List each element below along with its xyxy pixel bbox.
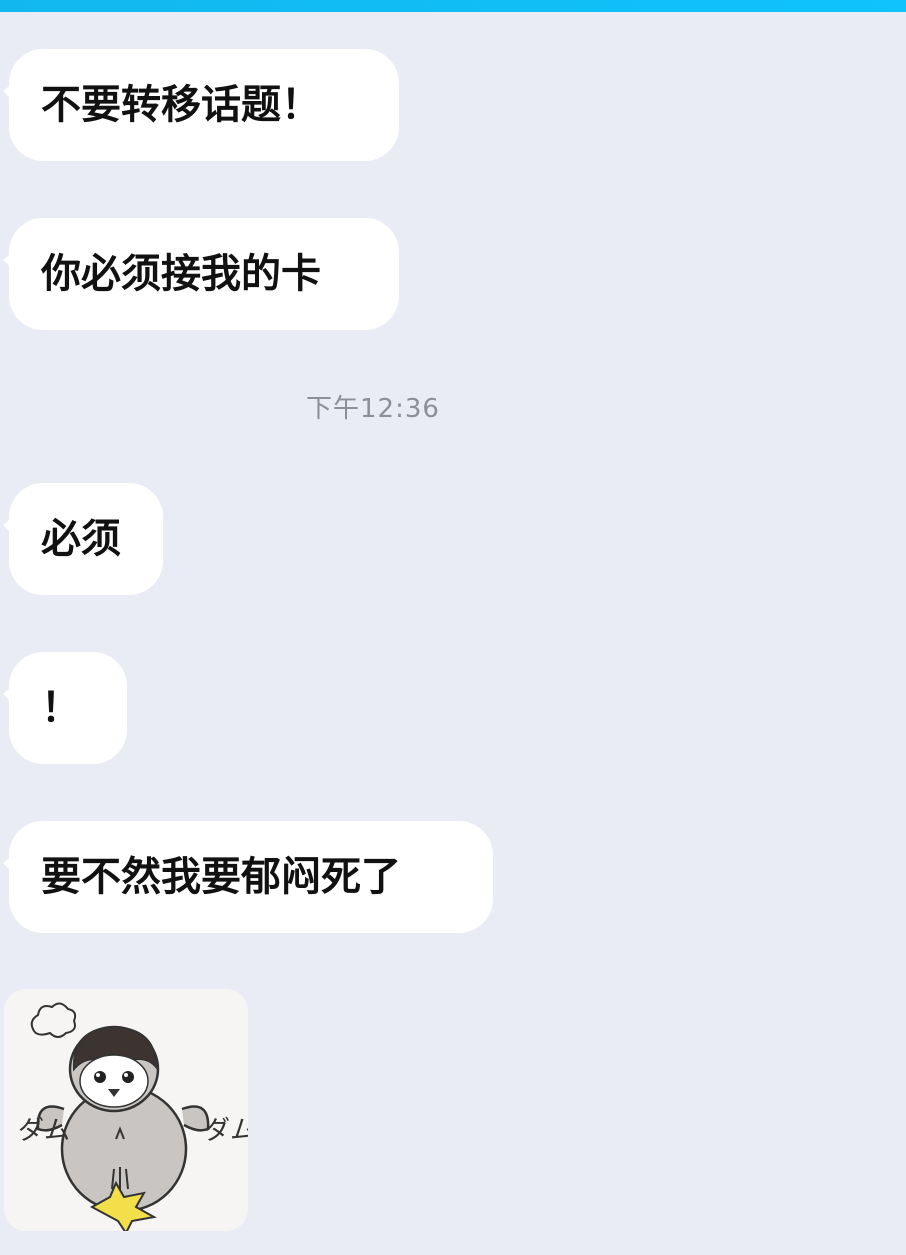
message-text: 要不然我要郁闷死了 <box>41 854 401 900</box>
chat-message-list[interactable]: 不要转移话题！ 你必须接我的卡 下午12:36 必须 ！ 要不然我要郁闷死了 ダ… <box>0 12 906 1255</box>
message-timestamp: 下午12:36 <box>306 394 440 424</box>
penguin-sticker-icon: ダム ダム <box>18 1002 248 1231</box>
message-text: 你必须接我的卡 <box>41 251 321 297</box>
message-text: 必须 <box>41 516 121 562</box>
message-bubble[interactable]: 必须 <box>3 483 163 595</box>
message-bubble[interactable]: 你必须接我的卡 <box>3 218 399 330</box>
message-text: 不要转移话题！ <box>41 82 321 128</box>
message-text: ！ <box>41 685 81 731</box>
top-status-bar <box>0 0 906 12</box>
message-bubble[interactable]: 要不然我要郁闷死了 <box>3 821 493 933</box>
message-bubble[interactable]: 不要转移话题！ <box>3 49 399 161</box>
sticker-message[interactable]: ダム ダム <box>4 989 248 1231</box>
message-bubble[interactable]: ！ <box>3 652 127 764</box>
sticker-caption-left: ダム <box>18 1116 70 1146</box>
sticker-caption-right: ダム <box>204 1116 248 1146</box>
